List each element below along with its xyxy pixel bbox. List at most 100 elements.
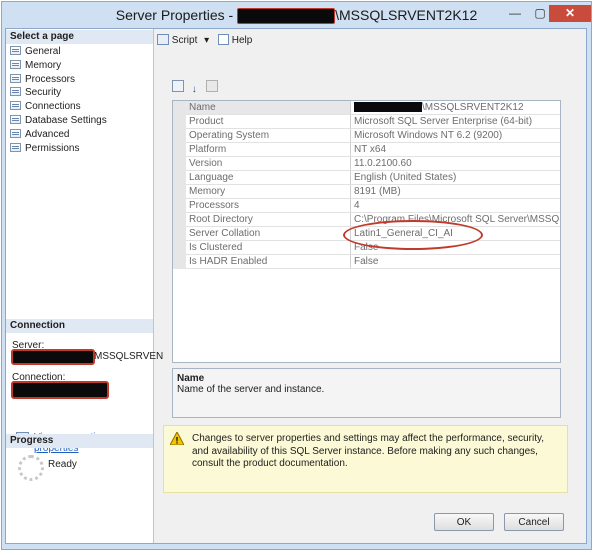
property-row[interactable]: Platform NT x64 [173,142,560,157]
left-panel: Select a page General Memory Processors Sec… [6,29,163,543]
warning-icon: ! [170,432,184,445]
svg-text:!: ! [176,436,179,446]
minimize-button[interactable]: — [503,5,527,22]
page-icon [10,73,21,83]
page-item-general[interactable]: General [10,45,150,58]
description-title: Name [177,373,205,384]
property-value-text: 4 [354,200,360,211]
property-row[interactable]: Name \MSSQLSRVENT2K12 [173,101,560,115]
page-item-label: Database Settings [25,115,107,126]
property-value-text: English (United States) [354,172,457,183]
row-gutter [173,240,186,255]
row-gutter [173,114,186,129]
property-row[interactable]: Version 11.0.2100.60 [173,156,560,171]
row-gutter [173,226,186,241]
page-item-label: Security [25,87,62,99]
property-value-text: Microsoft SQL Server Enterprise (64-bit) [354,116,533,127]
redacted-name-prefix [354,102,422,113]
connection-header: Connection [6,319,153,333]
script-dropdown-icon[interactable]: ▾ [204,35,209,46]
close-button[interactable]: ✕ [549,5,591,22]
property-pages-icon[interactable] [205,80,218,92]
page-icon [10,59,21,69]
property-value-text: \MSSQLSRVENT2K12 [422,102,524,113]
property-name: Is Clustered [186,240,351,255]
property-row[interactable]: Memory 8191 (MB) [173,184,560,199]
progress-header: Progress [6,434,153,448]
page-icon [10,46,21,55]
property-value: Microsoft SQL Server Enterprise (64-bit) [350,114,560,129]
property-value: 8191 (MB) [350,184,560,199]
page-item-label: Advanced [25,128,70,140]
property-name: Server Collation [186,226,351,241]
property-value: Microsoft Windows NT 6.2 (9200) [350,128,560,143]
page-item-permissions[interactable]: Permissions [10,142,150,155]
alphabetical-icon[interactable]: ↓ [192,84,197,95]
redacted-server-name [237,8,336,25]
property-description-panel: Name Name of the server and instance. [172,368,561,418]
progress-status: Ready [48,459,77,470]
help-icon [217,34,229,45]
categorized-icon[interactable] [172,80,184,92]
page-item-security[interactable]: Security [10,86,150,99]
row-gutter [173,198,186,213]
page-item-memory[interactable]: Memory [10,59,150,72]
page-item-connections[interactable]: Connections [10,100,150,113]
property-value-text: NT x64 [354,144,387,155]
property-row[interactable]: Processors 4 [173,198,560,213]
help-button[interactable]: Help [232,35,253,46]
redacted-connection-value [11,381,109,399]
collation-highlight-circle [343,220,483,250]
property-value-text: 8191 (MB) [354,186,401,197]
server-value-suffix: MSSQLSRVEN [94,351,164,362]
page-item-label: General [25,46,61,57]
property-value: \MSSQLSRVENT2K12 [350,101,560,115]
cancel-button[interactable]: Cancel [504,513,564,531]
property-name: Is HADR Enabled [186,254,351,269]
page-icon [10,128,21,138]
page-icon [10,101,21,111]
property-name: Version [186,156,351,171]
property-value: 4 [350,198,560,213]
script-button[interactable]: Script [172,35,198,46]
title-suffix: \MSSQLSRVENT2K12 [335,7,478,23]
page-item-label: Permissions [25,142,80,154]
property-row[interactable]: Product Microsoft SQL Server Enterprise (… [173,114,560,129]
property-name: Processors [186,198,351,213]
progress-spinner-icon [18,455,44,481]
page-item-processors[interactable]: Processors [10,73,150,86]
property-row[interactable]: Operating System Microsoft Windows NT 6.2… [173,128,560,143]
select-page-header: Select a page [6,30,153,44]
row-gutter [173,101,186,115]
page-item-label: Memory [25,59,62,71]
property-name: Operating System [186,128,351,143]
property-value-text: Microsoft Windows NT 6.2 (9200) [354,130,503,141]
page-icon [10,115,21,124]
property-value: English (United States) [350,170,560,185]
ok-button[interactable]: OK [434,513,494,531]
page-icon [10,142,21,152]
top-toolbar: Script ▾ Help [157,34,252,52]
property-name: Root Directory [186,212,351,227]
property-row[interactable]: Is HADR Enabled False [173,254,560,269]
property-value: False [350,254,560,269]
page-item-database-settings[interactable]: Database Settings [10,114,150,127]
row-gutter [173,142,186,157]
page-item-advanced[interactable]: Advanced [10,128,150,141]
row-gutter [173,184,186,199]
redacted-server-value [11,349,95,365]
row-gutter [173,254,186,269]
page-item-label: Processors [25,73,76,85]
warning-panel: ! Changes to server properties and setti… [163,425,568,493]
property-row[interactable]: Language English (United States) [173,170,560,185]
row-gutter [173,128,186,143]
row-gutter [173,212,186,227]
page-item-label: Connections [25,101,81,113]
property-name: Platform [186,142,351,157]
property-name: Language [186,170,351,185]
page-icon [10,87,21,97]
script-icon [157,34,169,45]
property-value: NT x64 [350,142,560,157]
property-name: Memory [186,184,351,199]
title-prefix: Server Properties - [115,7,238,23]
